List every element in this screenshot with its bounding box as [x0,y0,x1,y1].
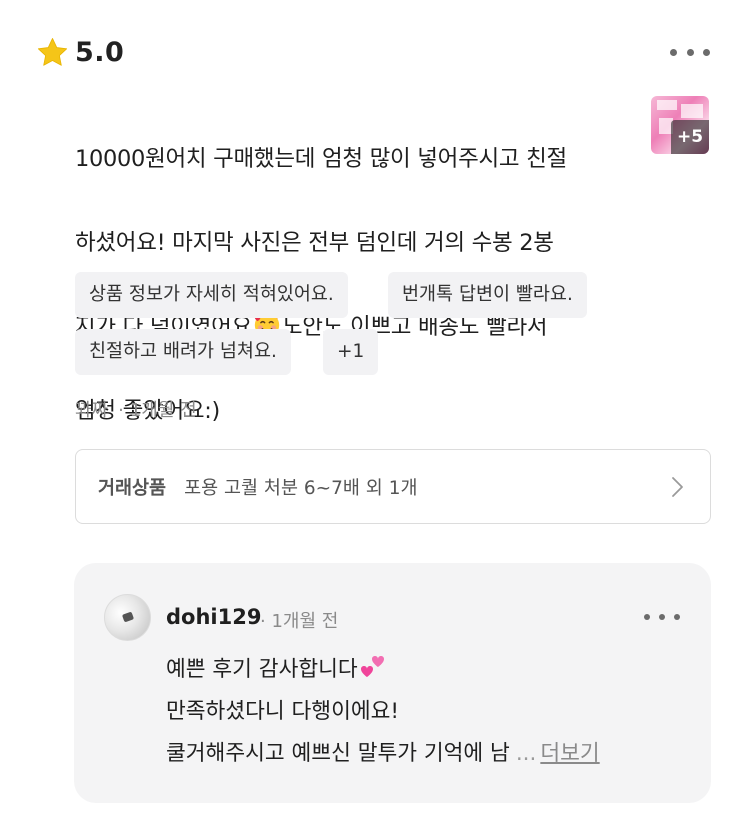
chevron-right-icon [672,477,683,497]
reply-line: 쿨거해주시고 예쁘신 말투가 기억에 남... 더보기 [166,741,600,766]
reply-time: · 1개월 전 [260,611,339,632]
review-photo-thumbnail[interactable]: +5 [651,96,709,154]
rating: 5.0 [36,34,124,70]
avatar[interactable] [104,594,151,641]
meta-separator: · [118,400,124,421]
ellipsis: ... [515,741,537,766]
more-chips-button[interactable]: +1 [323,329,379,375]
review-chip: 번개톡 답변이 빨라요. [388,272,587,318]
photo-count-badge: +5 [671,120,709,154]
reply-text: 예쁜 후기 감사합니다 만족하셨다니 다행이에요! 쿨거해주시고 예쁘신 말투가… [166,649,686,775]
trade-product-label: 거래상품 [98,477,167,499]
review-time: 1개월 전 [129,400,197,421]
trade-product-name: 포용 고퀄 처분 6~7배 외 1개 [184,477,418,499]
review-meta: 꽈짜 · 1개월 전 [75,396,197,422]
trade-product-link[interactable]: 거래상품 포용 고퀄 처분 6~7배 외 1개 [75,449,711,524]
two-hearts-icon [360,656,384,677]
review-card: 5.0 10000원어치 구매했는데 엄청 많이 넣어주시고 친절 하셨어요! … [0,0,750,822]
seller-reply: dohi129 · 1개월 전 예쁜 후기 감사합니다 만족하셨다니 다행이에요… [74,563,711,803]
rating-value: 5.0 [75,36,125,68]
more-options-icon[interactable] [670,42,710,62]
review-line: 10000원어치 구매했는데 엄청 많이 넣어주시고 친절 [75,146,567,172]
more-options-icon[interactable] [644,610,680,624]
review-chip: 상품 정보가 자세히 적혀있어요. [75,272,348,318]
reply-line: 예쁜 후기 감사합니다 [166,649,686,691]
reply-author[interactable]: dohi129 [166,605,261,629]
review-author: 꽈짜 [75,400,109,421]
reply-line: 만족하셨다니 다행이에요! [166,699,400,724]
review-chip: 친절하고 배려가 넘쳐요. [75,329,291,375]
review-line: 하셨어요! 마지막 사진은 전부 덤인데 거의 수봉 2봉 [75,230,554,256]
see-more-link[interactable]: 더보기 [540,741,599,766]
star-icon [37,37,68,66]
